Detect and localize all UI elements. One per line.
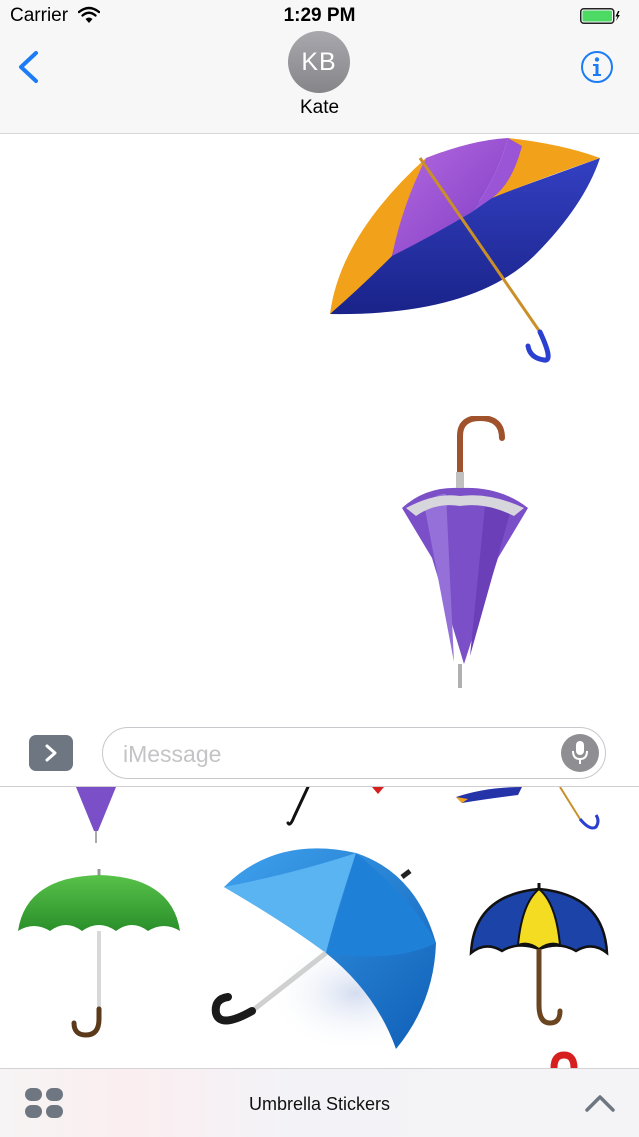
contact-name[interactable]: Kate	[0, 97, 639, 119]
chevron-up-icon[interactable]	[584, 1093, 616, 1113]
input-bar: iMessage	[0, 722, 639, 787]
expand-apps-button[interactable]	[29, 735, 73, 771]
sticker-green-umbrella[interactable]	[16, 869, 182, 1039]
battery-icon	[580, 8, 620, 24]
microphone-icon	[572, 741, 588, 764]
status-time: 1:29 PM	[283, 5, 356, 26]
back-icon[interactable]	[16, 50, 42, 84]
sticker-closed-purple-umbrella[interactable]	[396, 416, 536, 692]
sticker-blue-umbrella[interactable]	[206, 843, 440, 1055]
sticker-partial-red-handle[interactable]	[550, 1051, 578, 1068]
message-input[interactable]: iMessage	[102, 727, 606, 779]
sticker-partial-red-tip[interactable]	[372, 787, 384, 795]
microphone-button[interactable]	[561, 734, 599, 772]
info-icon[interactable]	[580, 50, 614, 84]
message-placeholder: iMessage	[123, 741, 222, 767]
sticker-partial-purple-umbrella[interactable]	[74, 787, 118, 845]
sticker-blue-yellow-umbrella[interactable]	[468, 883, 610, 1029]
drawer-title: Umbrella Stickers	[248, 1094, 391, 1114]
sticker-drawer	[0, 787, 639, 1068]
avatar[interactable]: KB	[288, 31, 350, 93]
drawer-bottom-bar: Umbrella Stickers	[0, 1068, 639, 1137]
sticker-open-purple-orange-umbrella[interactable]	[322, 136, 606, 366]
conversation-area	[0, 134, 639, 722]
expand-icon	[45, 744, 57, 762]
sticker-partial-black-handle[interactable]	[286, 787, 312, 829]
status-bar: Carrier 1:29 PM	[0, 0, 639, 32]
sticker-partial-navy-umbrella[interactable]	[456, 787, 602, 833]
